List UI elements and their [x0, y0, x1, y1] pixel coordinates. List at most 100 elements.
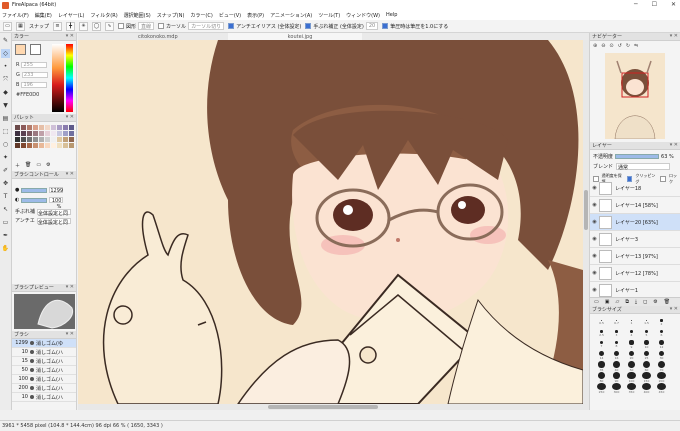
merge-down-icon[interactable]: ⤓	[635, 299, 637, 305]
brush-opacity-value[interactable]: 100 %	[49, 197, 64, 210]
palette-swatch[interactable]	[51, 137, 56, 142]
palette-swatch[interactable]	[27, 131, 32, 136]
palette-swatch[interactable]	[69, 137, 74, 142]
palette-swatch[interactable]	[15, 137, 20, 142]
new-folder-icon[interactable]: ▱	[615, 299, 619, 305]
antialias-checkbox[interactable]	[228, 23, 235, 29]
snap-grid-icon[interactable]: ▦	[16, 21, 25, 31]
brush-size-cell[interactable]: 150	[639, 372, 654, 383]
text-tool-icon[interactable]: T	[1, 192, 10, 201]
brush-size-cell[interactable]: 20	[624, 350, 639, 361]
brush-size-cell[interactable]: 0.7	[609, 317, 624, 328]
palette-swatch[interactable]	[63, 143, 68, 148]
palette-swatch[interactable]	[57, 131, 62, 136]
menu-layer[interactable]: レイヤー(L)	[58, 12, 85, 19]
background-color-swatch[interactable]	[30, 44, 41, 55]
brush-size-cell[interactable]: 250	[594, 383, 609, 394]
palette-swatch[interactable]	[63, 131, 68, 136]
eye-icon[interactable]: ◉	[590, 287, 599, 293]
brush-size-cell[interactable]: 10	[639, 339, 654, 350]
shape-select[interactable]: 直線	[138, 22, 155, 30]
palette-folder-icon[interactable]: ▭	[36, 162, 41, 169]
brush-size-cell[interactable]: 80	[594, 372, 609, 383]
brush-size-cell[interactable]: 5	[639, 328, 654, 339]
brush-item[interactable]: 10 消しゴム(ハ	[12, 393, 76, 402]
eye-icon[interactable]: ◉	[590, 219, 599, 225]
brush-size-cell[interactable]: 35	[594, 361, 609, 372]
brush-size-cell[interactable]: 100	[624, 372, 639, 383]
palette-swatch[interactable]	[27, 125, 32, 130]
operation-tool-icon[interactable]: ↖	[1, 205, 10, 214]
panel-controls-icon[interactable]: ▾ ✕	[670, 306, 678, 312]
snap-parallel-icon[interactable]: ≡	[53, 21, 63, 31]
brush-size-cell[interactable]: 40	[609, 361, 624, 372]
brush-size-value[interactable]: 1299	[49, 187, 64, 194]
palette-swatch[interactable]	[45, 143, 50, 148]
zoom-in-icon[interactable]: ⊕	[593, 43, 597, 49]
menu-help[interactable]: Help	[386, 12, 397, 18]
palette-swatch[interactable]	[39, 131, 44, 136]
brush-size-cell[interactable]: 60	[639, 361, 654, 372]
panel-controls-icon[interactable]: ▾ ✕	[66, 171, 74, 177]
brush-size-cell[interactable]: 300	[609, 383, 624, 394]
tab-document-2[interactable]: koutei.jpg	[227, 33, 363, 40]
snap-circle-icon[interactable]: ◯	[92, 21, 102, 31]
hue-bar[interactable]	[66, 44, 73, 112]
foreground-color-swatch[interactable]	[15, 44, 26, 55]
brush-size-cell[interactable]: 4	[624, 328, 639, 339]
brush-size-cell[interactable]: 70	[654, 361, 669, 372]
eye-icon[interactable]: ◉	[590, 185, 599, 191]
brush-size-cell[interactable]: 1.5	[639, 317, 654, 328]
select-tool-icon[interactable]: ⬚	[1, 127, 10, 136]
layer-row[interactable]: ◉ レイヤー3	[590, 231, 680, 248]
color-spectrum[interactable]	[52, 44, 64, 112]
brush-opacity-slider[interactable]	[21, 197, 48, 203]
palette-swatch[interactable]	[51, 125, 56, 130]
dot-tool-icon[interactable]: •	[1, 62, 10, 71]
b-input[interactable]: 196	[21, 82, 48, 88]
hand-tool-icon[interactable]: ✋	[1, 244, 10, 253]
palette-swatch[interactable]	[33, 125, 38, 130]
new-layer-icon[interactable]: ▭	[594, 299, 599, 305]
horizontal-scroll-thumb[interactable]	[268, 405, 378, 409]
shape-checkbox[interactable]	[118, 23, 125, 29]
palette-swatch[interactable]	[21, 131, 26, 136]
palette-swatch[interactable]	[15, 143, 20, 148]
layer-row[interactable]: ◉ レイヤー14 [58%]	[590, 197, 680, 214]
eyedropper-tool-icon[interactable]: ✒	[1, 231, 10, 240]
fill-tool-icon[interactable]: ◆	[1, 88, 10, 97]
palette-swatch[interactable]	[51, 131, 56, 136]
canvas-area[interactable]: citokonoko.mdp koutei.jpg	[78, 33, 589, 410]
menu-window[interactable]: ウィンドウ(W)	[346, 12, 380, 19]
delete-layer-icon[interactable]: 🗑	[664, 299, 670, 305]
flip-icon[interactable]: ⇋	[634, 43, 638, 49]
brush-item[interactable]: 15 消しゴム(ハ	[12, 357, 76, 366]
brush-item[interactable]: 50 消しゴム(ハ	[12, 366, 76, 375]
eye-icon[interactable]: ◉	[590, 270, 599, 276]
palette-swatch[interactable]	[21, 137, 26, 142]
eye-icon[interactable]: ◉	[590, 202, 599, 208]
brush-size-cell[interactable]: 90	[609, 372, 624, 383]
brush-size-cell[interactable]: 1	[624, 317, 639, 328]
navigator-thumbnail[interactable]	[605, 53, 665, 139]
r-input[interactable]: 255	[21, 62, 48, 68]
gradient-tool-icon[interactable]: ▤	[1, 114, 10, 123]
brush-size-cell[interactable]: 30	[654, 350, 669, 361]
hex-value[interactable]: #FFE0D0	[16, 92, 39, 98]
palette-swatch[interactable]	[63, 137, 68, 142]
palette-swatch[interactable]	[57, 143, 62, 148]
panel-controls-icon[interactable]: ▾ ✕	[66, 284, 74, 290]
palette-swatch[interactable]	[69, 131, 74, 136]
brush-size-cell[interactable]: 25	[639, 350, 654, 361]
magic-wand-icon[interactable]: ✦	[1, 153, 10, 162]
transform-tool-icon[interactable]: ⤧	[1, 75, 10, 84]
brush-aa-select[interactable]: 全体設定と同	[36, 217, 71, 226]
menu-view[interactable]: ビュー(V)	[219, 12, 241, 19]
snap-off-icon[interactable]: ▭	[3, 21, 12, 31]
cursor-checkbox[interactable]	[158, 23, 165, 29]
palette-swatch[interactable]	[69, 125, 74, 130]
layer-row[interactable]: ◉ レイヤー20 [63%]	[590, 214, 680, 231]
zoom-fit-icon[interactable]: ⊙	[609, 43, 613, 49]
brush-item[interactable]: 10 消しゴム(ハ	[12, 348, 76, 357]
palette-swatch[interactable]	[27, 137, 32, 142]
